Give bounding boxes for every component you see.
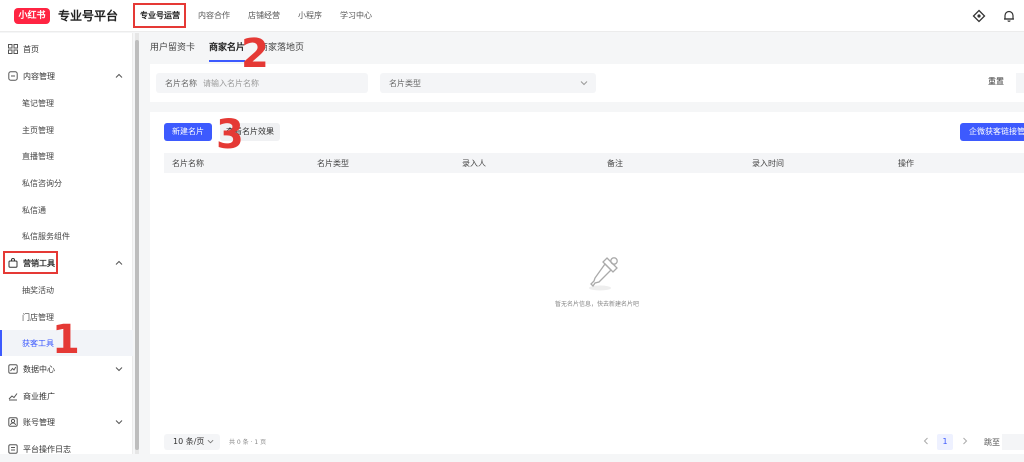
account-icon [8, 417, 18, 427]
topnav-learning[interactable]: 学习中心 [340, 10, 372, 22]
sidebar-item-homepage[interactable]: 主页管理 [0, 117, 133, 143]
grid-icon [8, 44, 18, 54]
highlight-marketing [3, 251, 58, 274]
chevron-up-icon[interactable] [115, 72, 123, 80]
column-card-name: 名片名称 [172, 159, 204, 168]
empty-dropper-icon [589, 257, 618, 291]
sidebar-item-dm-tong[interactable]: 私信通 [0, 197, 133, 223]
sidebar-item-notes[interactable]: 笔记管理 [0, 90, 133, 116]
column-actions: 操作 [898, 159, 914, 168]
chart-icon [8, 364, 18, 374]
sidebar-item-label: 平台操作日志 [23, 444, 71, 454]
total-count: 共 0 条 · 1 页 [229, 439, 267, 446]
sidebar-item-content-mgmt[interactable]: 内容管理 [0, 63, 133, 89]
wecom-link-button[interactable]: 企微获客链接管理 [960, 123, 1024, 141]
annotation-number-3: 3 [216, 112, 244, 158]
column-entry-time: 录入时间 [752, 159, 784, 168]
sidebar-item-label: 内容管理 [23, 71, 55, 81]
jump-to-label: 跳至 [984, 438, 1000, 447]
highlight-topnav [133, 3, 186, 28]
card-name-placeholder: 请输入名片名称 [203, 78, 259, 88]
empty-state-text: 暂无名片信息，快去新建名片吧 [555, 301, 640, 308]
card-name-label: 名片名称 [165, 78, 197, 88]
log-icon [8, 444, 18, 454]
chevron-down-icon[interactable] [115, 365, 123, 373]
main-panel: 新建名片 查看名片效果 企微获客链接管理 名片名称 名片类型 录入人 备注 录入… [150, 112, 1024, 454]
sidebar-item-dm-score[interactable]: 私信咨询分 [0, 170, 133, 196]
pagination: 10 条/页 共 0 条 · 1 页 1 跳至 [150, 434, 1024, 454]
filter-panel: 名片名称 请输入名片名称 名片类型 重置 [150, 64, 1024, 102]
page-size-select[interactable]: 10 条/页 [164, 434, 220, 450]
jump-page-input[interactable] [1002, 434, 1024, 450]
annotation-number-2: 2 [241, 31, 269, 77]
sidebar-item-dm-widget[interactable]: 私信服务组件 [0, 223, 133, 249]
chevron-up-icon[interactable] [115, 259, 123, 267]
column-remark: 备注 [607, 159, 623, 168]
support-icon[interactable] [972, 9, 986, 23]
sidebar-item-label: 首页 [23, 44, 39, 54]
prev-page-icon[interactable] [922, 437, 930, 445]
chevron-down-icon[interactable] [115, 418, 123, 426]
reset-button[interactable]: 重置 [988, 76, 1004, 87]
next-page-icon[interactable] [961, 437, 969, 445]
page-size-value: 10 条/页 [173, 437, 205, 446]
card-type-select[interactable]: 名片类型 [380, 73, 596, 93]
annotation-number-1: 1 [52, 317, 80, 363]
sidebar-item-account[interactable]: 账号管理 [0, 409, 133, 435]
create-card-button[interactable]: 新建名片 [164, 123, 212, 141]
search-button-edge[interactable] [1016, 73, 1024, 93]
sidebar-item-home[interactable]: 首页 [0, 36, 133, 62]
brand-title: 专业号平台 [58, 9, 119, 23]
sidebar-item-live[interactable]: 直播管理 [0, 143, 133, 169]
content-icon [8, 71, 18, 81]
card-type-label: 名片类型 [389, 78, 421, 88]
sidebar-item-label: 商业推广 [23, 391, 55, 401]
sidebar-scrollbar-thumb[interactable] [135, 40, 139, 450]
tab-user-lead-card[interactable]: 用户留资卡 [150, 40, 195, 62]
chevron-down-icon [207, 439, 214, 444]
page-number[interactable]: 1 [937, 434, 953, 450]
xiaohongshu-logo[interactable]: 小红书 [14, 8, 50, 24]
table-header: 名片名称 名片类型 录入人 备注 录入时间 操作 [164, 153, 1024, 173]
chevron-down-icon [580, 81, 588, 86]
sidebar-item-ads[interactable]: 商业推广 [0, 383, 133, 409]
sidebar-item-label: 数据中心 [23, 364, 55, 374]
top-icons [972, 9, 1016, 23]
sidebar-item-lottery[interactable]: 抽奖活动 [0, 277, 133, 303]
topnav-store-ops[interactable]: 店铺经营 [248, 10, 280, 22]
column-entered-by: 录入人 [462, 159, 486, 168]
tab-bar: 用户留资卡 商家名片 商家落地页 [150, 40, 318, 62]
topnav-content-coop[interactable]: 内容合作 [198, 10, 230, 22]
bell-icon[interactable] [1002, 9, 1016, 23]
sidebar: 首页 内容管理 笔记管理 主页管理 直播管理 私信咨询分 私信通 私信服务组件 … [0, 33, 133, 454]
trend-icon [8, 393, 18, 401]
sidebar-item-label: 账号管理 [23, 417, 55, 427]
tab-business-card[interactable]: 商家名片 [209, 40, 246, 62]
topnav-mini-program[interactable]: 小程序 [298, 10, 322, 22]
sidebar-item-oplog[interactable]: 平台操作日志 [0, 436, 133, 462]
column-card-type: 名片类型 [317, 159, 349, 168]
